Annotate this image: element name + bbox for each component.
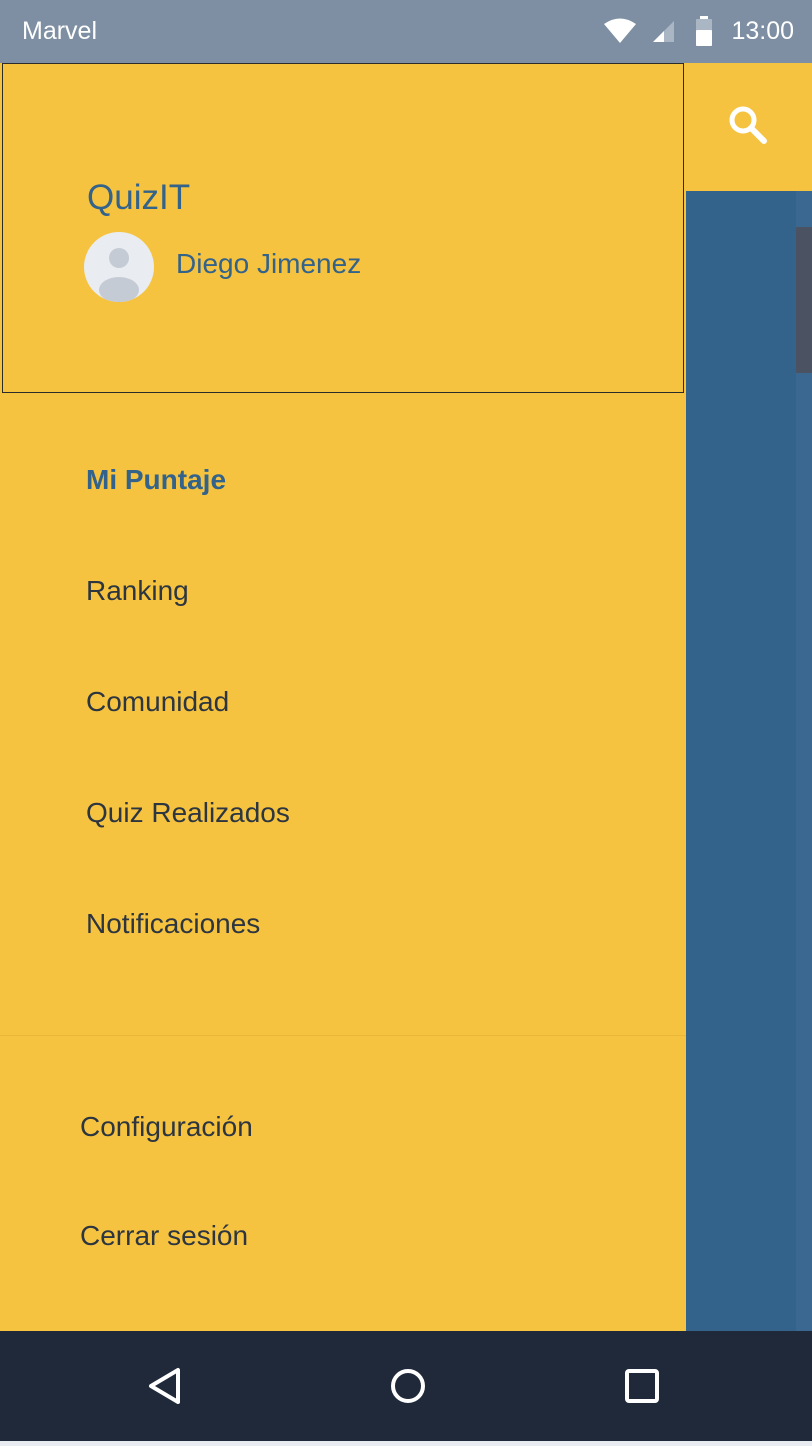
wifi-icon xyxy=(603,18,637,44)
status-icons: 13:00 xyxy=(603,14,794,48)
battery-icon xyxy=(695,16,713,46)
menu-item-cerrar-sesion[interactable]: Cerrar sesión xyxy=(80,1220,248,1252)
status-time: 13:00 xyxy=(731,16,794,45)
status-bar: Marvel 13:00 xyxy=(0,0,812,63)
app-title: QuizIT xyxy=(87,178,191,217)
drawer-divider xyxy=(0,1035,686,1036)
scrollbar-thumb[interactable] xyxy=(796,227,812,373)
back-triangle-icon[interactable] xyxy=(146,1366,186,1406)
search-icon[interactable] xyxy=(724,101,772,149)
user-name: Diego Jimenez xyxy=(176,248,362,279)
menu-item-mi-puntaje[interactable]: Mi Puntaje xyxy=(86,464,226,496)
recents-square-icon[interactable] xyxy=(622,1366,662,1406)
menu-item-configuracion[interactable]: Configuración xyxy=(80,1111,253,1143)
menu-item-notificaciones[interactable]: Notificaciones xyxy=(86,908,260,940)
menu-item-quiz-realizados[interactable]: Quiz Realizados xyxy=(86,797,290,829)
menu-item-comunidad[interactable]: Comunidad xyxy=(86,686,229,718)
drawer-header: QuizIT Diego Jimenez xyxy=(2,63,684,393)
user-avatar-icon[interactable] xyxy=(84,232,154,302)
status-app-name: Marvel xyxy=(22,17,98,45)
system-nav-bar xyxy=(0,1331,812,1441)
menu-item-ranking[interactable]: Ranking xyxy=(86,575,189,607)
cell-signal-icon xyxy=(651,19,675,43)
navigation-drawer: QuizIT Diego Jimenez Mi Puntaje Ranking … xyxy=(0,63,686,1331)
background-app xyxy=(686,63,812,1331)
app-toolbar xyxy=(686,63,812,191)
home-circle-icon[interactable] xyxy=(388,1366,428,1406)
